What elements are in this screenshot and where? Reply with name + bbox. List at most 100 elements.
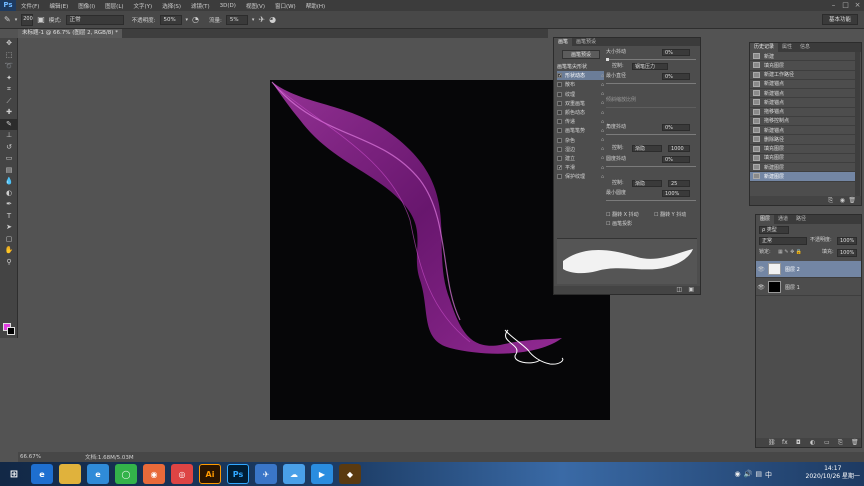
visibility-eye-icon[interactable]: 👁 bbox=[756, 284, 766, 291]
edge-icon[interactable]: e bbox=[87, 464, 109, 484]
brush-option-checkbox[interactable] bbox=[557, 137, 562, 143]
lock-icon[interactable]: ⌂ bbox=[601, 73, 604, 79]
zoom-tool-icon[interactable]: ⚲ bbox=[0, 257, 18, 269]
eyedropper-tool-icon[interactable]: ⟋ bbox=[0, 96, 18, 108]
brush-option-item[interactable]: ✓ 平滑 ⌂ bbox=[557, 163, 604, 172]
history-scrollbar[interactable] bbox=[855, 52, 860, 196]
blend-mode-select[interactable]: 正常 bbox=[759, 237, 807, 245]
brush-option-item[interactable]: 颜色动态 ⌂ bbox=[557, 108, 604, 117]
menu-layer[interactable]: 图层(L) bbox=[100, 2, 128, 10]
roundness-jitter-slider[interactable] bbox=[606, 166, 696, 167]
dodge-tool-icon[interactable]: ◐ bbox=[0, 188, 18, 200]
history-item[interactable]: 新建锚点 bbox=[750, 89, 856, 99]
history-item[interactable]: 新建图层 bbox=[750, 163, 856, 173]
brush-option-checkbox[interactable] bbox=[557, 128, 562, 134]
history-item[interactable]: 拖移锚点 bbox=[750, 108, 856, 117]
lock-icon[interactable]: ⌂ bbox=[601, 174, 604, 180]
lock-icon[interactable]: ⌂ bbox=[601, 82, 604, 88]
feather-icon[interactable]: ✈ bbox=[255, 464, 277, 484]
lock-icon[interactable]: ⌂ bbox=[601, 137, 604, 143]
brush-option-item[interactable]: 杂色 ⌂ bbox=[557, 136, 604, 145]
min-diameter-slider[interactable] bbox=[606, 83, 696, 84]
history-item[interactable]: 新建工作路径 bbox=[750, 71, 856, 80]
brush-option-checkbox[interactable] bbox=[557, 110, 562, 116]
size-jitter-slider[interactable] bbox=[606, 59, 696, 60]
ps-app-icon[interactable]: Ps bbox=[227, 464, 249, 484]
history-item[interactable]: 新建锚点 bbox=[750, 80, 856, 89]
brush-option-checkbox[interactable] bbox=[557, 91, 562, 97]
adjustment-layer-icon[interactable]: ◐ bbox=[810, 439, 815, 446]
history-item[interactable]: 新建 bbox=[750, 52, 856, 62]
history-brush-tool-icon[interactable]: ↺ bbox=[0, 142, 18, 154]
delete-layer-icon[interactable]: 🗑 bbox=[851, 439, 859, 446]
brush-option-item[interactable]: 湿边 ⌂ bbox=[557, 145, 604, 154]
tab-properties[interactable]: 属性 bbox=[778, 43, 796, 52]
marquee-tool-icon[interactable]: ⬚ bbox=[0, 50, 18, 62]
shape-tool-icon[interactable]: ▢ bbox=[0, 234, 18, 246]
history-item[interactable]: 新建锚点 bbox=[750, 126, 856, 136]
history-item[interactable]: 填充图层 bbox=[750, 61, 856, 71]
chrome-icon[interactable]: ◎ bbox=[171, 464, 193, 484]
fill-field[interactable]: 100% bbox=[837, 249, 857, 257]
airbrush-icon[interactable]: ✈ bbox=[258, 15, 265, 25]
tab-info[interactable]: 信息 bbox=[796, 43, 814, 52]
pressure-opacity-icon[interactable]: ◔ bbox=[192, 15, 199, 25]
brush-option-checkbox[interactable]: ✓ bbox=[557, 165, 562, 171]
brush-option-item[interactable]: 纹理 ⌂ bbox=[557, 90, 604, 99]
lock-icon[interactable]: ⌂ bbox=[601, 119, 604, 125]
hand-tool-icon[interactable]: ✋ bbox=[0, 245, 18, 257]
menu-type[interactable]: 文字(Y) bbox=[129, 2, 158, 10]
new-document-icon[interactable]: ⎘ bbox=[828, 197, 833, 205]
brush-option-item[interactable]: ✓ 形状动态 ⌂ bbox=[557, 71, 604, 81]
chat-icon[interactable]: ◯ bbox=[115, 464, 137, 484]
tray-app-icon[interactable]: ◉ bbox=[735, 470, 741, 480]
new-layer-icon[interactable]: ⎘ bbox=[838, 439, 843, 447]
ai-app-icon[interactable]: Ai bbox=[199, 464, 221, 484]
workspace-select[interactable]: 基本功能 bbox=[821, 14, 858, 25]
tab-paths[interactable]: 路径 bbox=[792, 215, 810, 224]
roundness-fade-steps[interactable]: 25 bbox=[668, 180, 690, 187]
history-item[interactable]: 填充图层 bbox=[750, 145, 856, 154]
gradient-tool-icon[interactable]: ▤ bbox=[0, 165, 18, 177]
healing-brush-tool-icon[interactable]: ✚ bbox=[0, 107, 18, 119]
browser-icon[interactable]: e bbox=[31, 464, 53, 484]
history-item[interactable]: 拖移控制点 bbox=[750, 117, 856, 126]
minimize-button[interactable]: – bbox=[829, 1, 838, 9]
brush-option-checkbox[interactable] bbox=[557, 100, 562, 106]
angle-jitter-slider[interactable] bbox=[606, 134, 696, 135]
brush-option-checkbox[interactable] bbox=[557, 155, 562, 161]
brush-tool-icon[interactable]: ✎ bbox=[0, 118, 18, 130]
brush-presets-button[interactable]: 画笔预设 bbox=[562, 50, 600, 59]
tab-brush[interactable]: 画笔 bbox=[554, 38, 573, 46]
restore-button[interactable]: □ bbox=[841, 1, 850, 9]
brush-option-checkbox[interactable] bbox=[557, 82, 562, 88]
angle-jitter-value[interactable]: 0% bbox=[662, 124, 690, 131]
brush-option-checkbox[interactable] bbox=[557, 174, 562, 180]
menu-window[interactable]: 窗口(W) bbox=[270, 2, 301, 10]
brush-option-item[interactable]: 保护纹理 ⌂ bbox=[557, 172, 604, 181]
layer-opacity-field[interactable]: 100% bbox=[837, 237, 857, 245]
menu-filter[interactable]: 滤镜(T) bbox=[186, 2, 215, 10]
tab-history[interactable]: 历史记录 bbox=[750, 43, 779, 52]
pen-tool-icon[interactable]: ✒ bbox=[0, 199, 18, 211]
lasso-tool-icon[interactable]: ➰ bbox=[0, 61, 18, 73]
roundness-jitter-value[interactable]: 0% bbox=[662, 156, 690, 163]
add-mask-icon[interactable]: ◘ bbox=[796, 439, 801, 446]
min-roundness-slider[interactable] bbox=[606, 200, 696, 201]
clock[interactable]: 14:17 2020/10/26 星期一 bbox=[806, 465, 861, 481]
magic-wand-tool-icon[interactable]: ✦ bbox=[0, 73, 18, 85]
start-button-icon[interactable]: ⊞ bbox=[3, 464, 25, 484]
layer-kind-filter[interactable]: ρ 类型 bbox=[759, 226, 789, 234]
brush-option-checkbox[interactable] bbox=[557, 119, 562, 125]
min-diameter-value[interactable]: 0% bbox=[662, 73, 690, 80]
menu-edit[interactable]: 编辑(E) bbox=[44, 2, 73, 10]
pressure-size-icon[interactable]: ◕ bbox=[269, 15, 276, 25]
menu-image[interactable]: 图像(I) bbox=[73, 2, 100, 10]
brush-panel-toggle-icon[interactable]: ▣ bbox=[37, 15, 45, 25]
lock-icon[interactable]: ⌂ bbox=[601, 91, 604, 97]
lock-icon[interactable]: ⌂ bbox=[601, 128, 604, 134]
history-item[interactable]: 新建锚点 bbox=[750, 98, 856, 108]
chevron-down-icon[interactable]: ▾ bbox=[15, 15, 18, 25]
path-selection-tool-icon[interactable]: ➤ bbox=[0, 222, 18, 234]
close-button[interactable]: × bbox=[853, 1, 862, 9]
